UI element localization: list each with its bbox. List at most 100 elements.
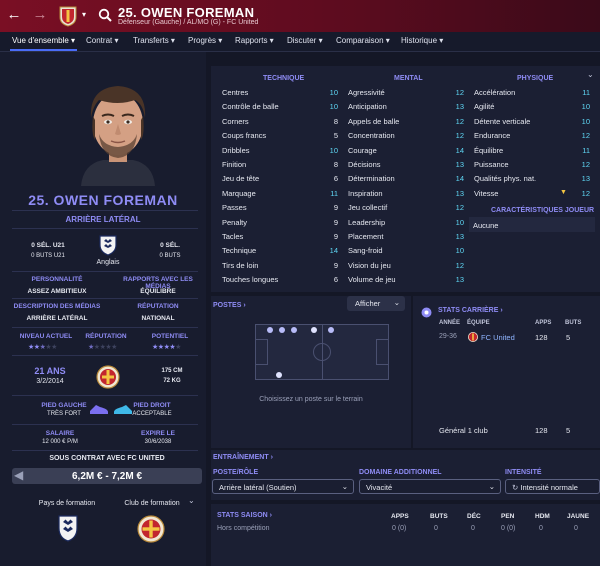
position-dot[interactable] xyxy=(328,327,334,333)
mental-attr-name: Leadership xyxy=(348,217,386,227)
mental-attr-value: 13 xyxy=(455,232,464,241)
season-pom: 0 xyxy=(539,525,543,532)
senior-caps: 0 SÉL. xyxy=(160,242,180,249)
forward-arrow-icon[interactable]: → xyxy=(30,5,50,25)
club-crest-icon-large xyxy=(137,515,165,543)
training-title[interactable]: ENTRAÎNEMENT › xyxy=(213,454,273,461)
mental-attr-value: 14 xyxy=(455,145,464,155)
value-bar: ◀ 6,2M € - 7,2M € xyxy=(12,468,202,484)
season-yellow: 0 xyxy=(574,525,578,532)
reputation-label: RÉPUTATION xyxy=(137,303,179,310)
physique-attr-name: Agilité xyxy=(474,102,495,112)
technique-attr-name: Jeu de tête xyxy=(222,174,260,184)
season-stats-panel: STATS SAISON › Hors compétition APPS BUT… xyxy=(211,504,600,566)
positions-title[interactable]: POSTES › xyxy=(213,302,246,309)
current-level-stars: ★★★★★ xyxy=(28,343,57,351)
tab-overview[interactable]: Vue d'ensemble ▾ xyxy=(9,36,78,51)
page-title: 25. OWEN FOREMAN xyxy=(118,5,255,20)
personality-label: PERSONNALITÉ xyxy=(31,276,83,283)
physique-attr-value: 13 xyxy=(581,174,590,184)
mental-attr-name: Agressivité xyxy=(348,88,385,97)
player-subtitle: Défenseur (Gauche) / AL/MO (G) - FC Unit… xyxy=(118,19,259,26)
weight: 72 KG xyxy=(163,378,181,384)
england-crest-icon xyxy=(99,235,117,256)
club-crest-small-icon xyxy=(468,332,478,342)
technique-attr-name: Technique xyxy=(222,246,257,256)
mental-attr-name: Jeu collectif xyxy=(348,203,388,213)
physique-attr-value: 11 xyxy=(582,145,590,155)
career-stats-title[interactable]: STATS CARRIÈRE › xyxy=(438,307,503,314)
technique-attr-name: Coups francs xyxy=(222,131,267,141)
technique-attr-name: Corners xyxy=(222,116,249,126)
technique-attr-value: 10 xyxy=(329,145,338,155)
mental-attr-name: Appels de balle xyxy=(348,116,400,126)
role-label: POSTE/RÔLE xyxy=(213,469,259,476)
physique-attr-name: Détente verticale xyxy=(474,116,531,126)
badge-dropdown-icon[interactable]: ▾ xyxy=(82,10,86,19)
search-icon[interactable] xyxy=(98,8,112,22)
position-dot[interactable] xyxy=(291,327,297,333)
tab-progress[interactable]: Progrès ▾ xyxy=(188,36,222,45)
intensity-select[interactable]: ↻ Intensité normale xyxy=(505,479,600,494)
current-level-label: NIVEAU ACTUEL xyxy=(19,333,73,340)
mental-attr-name: Vision du jeu xyxy=(348,260,391,270)
tab-reports[interactable]: Rapports ▾ xyxy=(235,36,274,45)
back-arrow-icon[interactable]: ← xyxy=(4,5,24,25)
technique-header: TECHNIQUE xyxy=(263,75,305,82)
position-dot[interactable] xyxy=(267,327,273,333)
physique-attr-name: Puissance xyxy=(474,160,509,169)
salary-label: SALAIRE xyxy=(45,430,75,437)
career-team-link[interactable]: FC United xyxy=(481,333,515,342)
tab-history[interactable]: Historique ▾ xyxy=(401,36,443,45)
season-title[interactable]: STATS SAISON › xyxy=(217,512,272,519)
technique-attr-value: 5 xyxy=(333,131,338,141)
tab-transfers[interactable]: Transferts ▾ xyxy=(133,36,175,45)
star-icon: ★ xyxy=(51,344,57,351)
extra-focus-select[interactable]: Vivacité ⌄ xyxy=(359,479,501,494)
col-team: ÉQUIPE xyxy=(467,320,490,326)
col-apps: APPS xyxy=(535,320,552,326)
mental-attr-name: Courage xyxy=(348,145,377,155)
right-foot-label: PIED DROIT xyxy=(133,402,171,409)
tab-discuss[interactable]: Discuter ▾ xyxy=(287,36,323,45)
physique-attr-value: 11 xyxy=(582,88,590,97)
expiry-label: EXPIRE LE xyxy=(141,430,175,437)
career-total-goals: 5 xyxy=(566,426,571,435)
club-badge-icon[interactable] xyxy=(58,5,78,27)
mental-attr-name: Anticipation xyxy=(348,102,387,112)
left-foot-label: PIED GAUCHE xyxy=(41,402,87,409)
mental-attr-value: 13 xyxy=(455,102,464,112)
technique-attr-name: Marquage xyxy=(222,188,256,198)
technique-attr-value: 11 xyxy=(330,188,338,198)
mental-attr-name: Sang-froid xyxy=(348,246,383,256)
physique-attr-name: Équilibre xyxy=(474,145,504,155)
season-row-label: Hors compétition xyxy=(217,525,270,532)
season-col-apps: APPS xyxy=(391,513,409,520)
position-dot[interactable] xyxy=(276,372,282,378)
career-year: 29-36 xyxy=(439,333,457,340)
position-dot[interactable] xyxy=(279,327,285,333)
mental-attr-value: 13 xyxy=(455,275,464,285)
tab-contract[interactable]: Contrat ▾ xyxy=(86,36,118,45)
attributes-menu-chevron-icon[interactable]: ⌄ xyxy=(587,70,594,79)
career-total-label: Général 1 club xyxy=(439,426,488,435)
show-dropdown[interactable]: Afficher ⌄ xyxy=(347,296,405,311)
chevron-down-icon[interactable]: ⌄ xyxy=(188,496,195,505)
technique-attr-name: Passes xyxy=(222,203,247,213)
pitch-diagram[interactable] xyxy=(255,324,389,380)
refresh-icon: ↻ xyxy=(512,483,519,492)
technique-attr-name: Penalty xyxy=(222,217,248,227)
position-dot[interactable] xyxy=(311,327,317,333)
role-select[interactable]: Arrière latéral (Soutien) ⌄ xyxy=(212,479,354,494)
player-name: 25. OWEN FOREMAN xyxy=(28,192,178,208)
salary-value: 12 000 € P/M xyxy=(42,439,78,445)
tab-comparison[interactable]: Comparaison ▾ xyxy=(336,36,390,45)
contract-label: SOUS CONTRAT AVEC FC UNITED xyxy=(49,455,165,462)
physique-attr-value: 10 xyxy=(581,102,590,112)
reputation-stars-label: RÉPUTATION xyxy=(85,333,127,340)
season-pen: 0 (0) xyxy=(501,525,516,532)
profile-panel: 25. OWEN FOREMAN ARRIÈRE LATÉRAL 0 SÉL. … xyxy=(0,52,206,566)
mental-attr-name: Concentration xyxy=(348,131,395,141)
positions-panel: POSTES › Afficher ⌄ Choisissez un poste s… xyxy=(211,296,411,448)
mental-attr-name: Inspiration xyxy=(348,188,383,198)
